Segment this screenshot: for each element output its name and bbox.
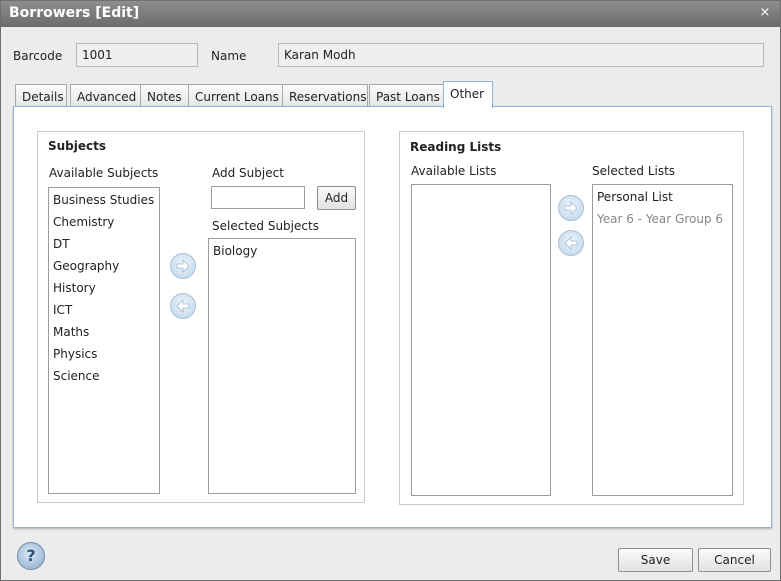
available-subjects-list[interactable]: Business Studies Chemistry DT Geography … [48,187,160,494]
subjects-title: Subjects [48,139,107,153]
selected-subjects-label: Selected Subjects [212,219,319,233]
tab-past-loans[interactable]: Past Loans [369,84,453,107]
arrow-left-icon[interactable] [558,230,584,256]
name-field[interactable]: Karan Modh [278,43,764,67]
list-item[interactable]: Maths [49,320,159,342]
list-item[interactable]: Business Studies [49,188,159,210]
title-bar: Borrowers [Edit] × [1,1,780,27]
list-item[interactable]: Personal List [593,185,732,207]
list-item[interactable]: ICT [49,298,159,320]
help-icon[interactable]: ? [17,542,45,570]
help-glyph: ? [26,546,36,565]
tab-details[interactable]: Details [15,84,67,107]
name-label: Name [211,49,247,63]
tab-panel-other: Subjects Available Subjects Business Stu… [13,106,772,528]
reading-lists-title: Reading Lists [410,140,502,154]
add-subject-label: Add Subject [212,166,284,180]
selected-subjects-list[interactable]: Biology [208,238,356,494]
list-item[interactable]: Chemistry [49,210,159,232]
window-title: Borrowers [Edit] [9,5,140,21]
reading-lists-group: Reading Lists Available Lists Selected L… [399,131,744,505]
list-item[interactable]: Science [49,364,159,386]
close-icon[interactable]: × [758,5,772,21]
borrowers-edit-window: Borrowers [Edit] × Barcode 1001 Name Kar… [0,0,781,581]
list-item[interactable]: Geography [49,254,159,276]
tab-current-loans[interactable]: Current Loans [188,84,292,107]
selected-lists-label: Selected Lists [592,164,676,178]
barcode-field[interactable]: 1001 [76,43,198,67]
available-lists-list[interactable] [411,184,551,496]
cancel-button[interactable]: Cancel [698,548,771,572]
list-item[interactable]: Year 6 - Year Group 6 [593,207,732,229]
add-subject-button[interactable]: Add [317,186,356,210]
list-item[interactable]: Physics [49,342,159,364]
list-item[interactable]: History [49,276,159,298]
tab-advanced[interactable]: Advanced [70,84,151,107]
arrow-right-icon[interactable] [170,253,196,279]
selected-lists-list[interactable]: Personal List Year 6 - Year Group 6 [592,184,733,496]
available-lists-label: Available Lists [411,164,497,178]
list-item[interactable]: DT [49,232,159,254]
arrow-right-icon[interactable] [558,195,584,221]
arrow-left-icon[interactable] [170,293,196,319]
available-subjects-label: Available Subjects [49,166,159,180]
tab-other[interactable]: Other [443,81,493,108]
list-item[interactable]: Biology [209,239,355,261]
barcode-label: Barcode [13,49,63,63]
subjects-group: Subjects Available Subjects Business Stu… [37,131,365,503]
add-subject-input[interactable] [211,186,305,209]
save-button[interactable]: Save [618,548,693,572]
tab-reservations[interactable]: Reservations [282,84,368,107]
